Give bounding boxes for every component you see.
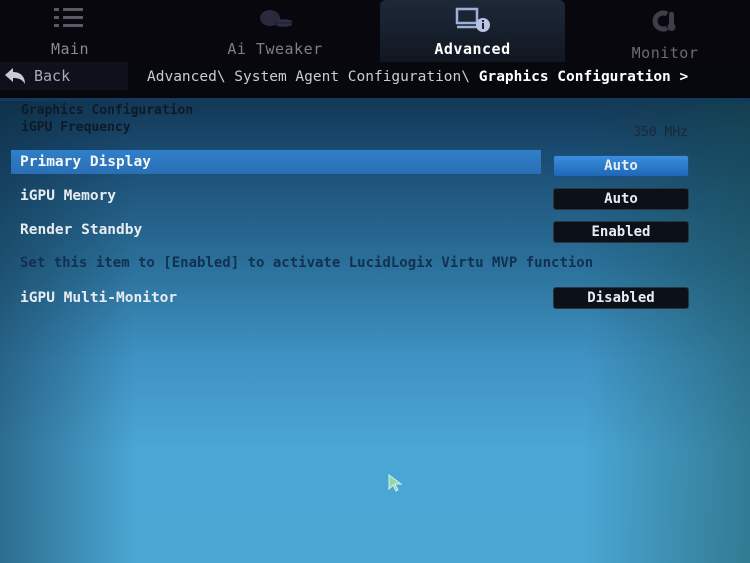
setting-row-render-standby[interactable]: Render Standby xyxy=(11,218,541,242)
breadcrumb-path[interactable]: Advanced\ System Agent Configuration\ xyxy=(147,69,479,85)
tab-ai-tweaker-label: Ai Tweaker xyxy=(227,40,323,58)
igpu-multi-monitor-value-button[interactable]: Disabled xyxy=(553,287,689,309)
mouse-cursor-icon xyxy=(388,474,403,492)
back-arrow-icon xyxy=(5,68,25,84)
back-button[interactable]: Back xyxy=(0,62,128,90)
back-label: Back xyxy=(34,67,71,85)
igpu-memory-value-button[interactable]: Auto xyxy=(553,188,689,210)
tab-main-label: Main xyxy=(50,40,90,58)
igpu-frequency-label: iGPU Frequency xyxy=(21,120,131,135)
primary-display-value-button[interactable]: Auto xyxy=(553,155,689,177)
setting-row-primary-display[interactable]: Primary Display xyxy=(11,150,541,174)
setting-label: iGPU Multi-Monitor xyxy=(20,290,178,306)
tab-ai-tweaker[interactable]: Ai Tweaker xyxy=(210,0,340,64)
top-tab-bar: Main Ai Tweaker Advanced Monitor xyxy=(0,0,750,66)
setting-row-igpu-multi-monitor[interactable]: iGPU Multi-Monitor xyxy=(11,286,541,310)
setting-label: Primary Display xyxy=(20,154,151,170)
tweaker-icon xyxy=(260,10,292,27)
tab-monitor[interactable]: Monitor xyxy=(605,0,725,64)
section-title: Graphics Configuration xyxy=(21,103,194,118)
breadcrumb-current: Graphics Configuration > xyxy=(478,69,689,85)
tab-main[interactable]: Main xyxy=(20,0,120,64)
setting-row-igpu-memory[interactable]: iGPU Memory xyxy=(11,184,541,208)
tab-advanced-label: Advanced xyxy=(434,40,511,58)
help-text: Set this item to [Enabled] to activate L… xyxy=(20,255,594,271)
setting-label: Render Standby xyxy=(20,222,143,238)
tab-monitor-label: Monitor xyxy=(631,44,699,62)
setting-label: iGPU Memory xyxy=(20,188,117,204)
thermometer-icon xyxy=(652,10,676,32)
navigation-bar: Back Advanced\ System Agent Configuratio… xyxy=(0,62,750,101)
igpu-frequency-value: 350 MHz xyxy=(633,125,688,140)
tab-advanced[interactable]: Advanced xyxy=(380,0,565,66)
advanced-info-icon xyxy=(455,7,490,32)
breadcrumb: Advanced\ System Agent Configuration\ Gr… xyxy=(147,69,688,85)
list-icon xyxy=(54,8,83,27)
render-standby-value-button[interactable]: Enabled xyxy=(553,221,689,243)
